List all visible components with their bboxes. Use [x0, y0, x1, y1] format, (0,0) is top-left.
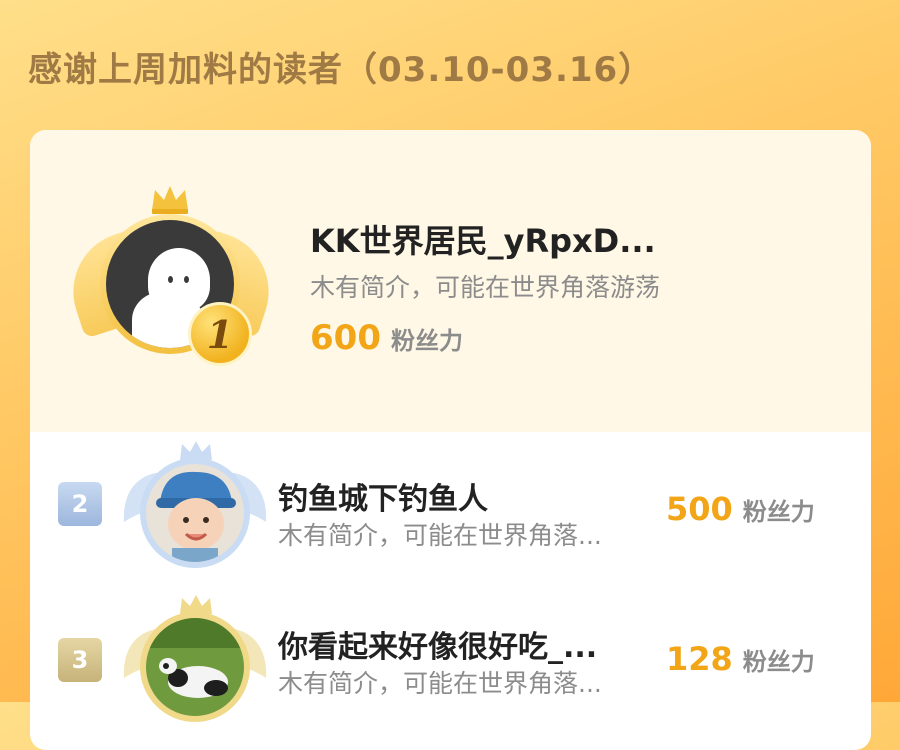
- reader-score: 600 粉丝力: [310, 318, 463, 358]
- panda-photo-icon: [146, 618, 244, 716]
- rank-badge: 2: [58, 482, 102, 526]
- avatar[interactable]: [146, 464, 244, 562]
- crown-icon: [152, 186, 188, 214]
- rank-medal: 1: [188, 302, 252, 366]
- reader-intro: 木有简介，可能在世界角落...: [278, 521, 602, 550]
- top-reader-section[interactable]: 1 KK世界居民_yRpxD... 木有简介，可能在世界角落游荡 600 粉丝力: [30, 130, 871, 432]
- score-value: 128: [666, 640, 733, 678]
- page-title: 感谢上周加料的读者（03.10-03.16）: [28, 50, 654, 90]
- reader-score: 128 粉丝力: [666, 640, 815, 678]
- score-value: 600: [310, 318, 381, 358]
- leaderboard-card: 1 KK世界居民_yRpxD... 木有简介，可能在世界角落游荡 600 粉丝力…: [30, 130, 871, 750]
- rank-badge: 3: [58, 638, 102, 682]
- reader-score: 500 粉丝力: [666, 490, 815, 528]
- reader-name[interactable]: 你看起来好像很好吃_...: [278, 622, 597, 666]
- reader-intro: 木有简介，可能在世界角落...: [278, 669, 602, 698]
- list-item[interactable]: 3 你看起来好像很好吃_... 木有简介，可能在世界角落... 128 粉丝力: [30, 582, 871, 732]
- list-item[interactable]: 2 钓鱼城下钓鱼人 木有简介，可能在世界角落... 500 粉丝力: [30, 432, 871, 582]
- reader-name[interactable]: KK世界居民_yRpxD...: [310, 216, 656, 262]
- score-unit: 粉丝力: [742, 498, 815, 526]
- reader-name[interactable]: 钓鱼城下钓鱼人: [278, 474, 488, 518]
- score-unit: 粉丝力: [390, 327, 463, 355]
- avatar[interactable]: [146, 618, 244, 716]
- score-unit: 粉丝力: [742, 648, 815, 676]
- reader-intro: 木有简介，可能在世界角落游荡: [310, 273, 661, 302]
- child-photo-icon: [146, 464, 244, 562]
- score-value: 500: [666, 490, 733, 528]
